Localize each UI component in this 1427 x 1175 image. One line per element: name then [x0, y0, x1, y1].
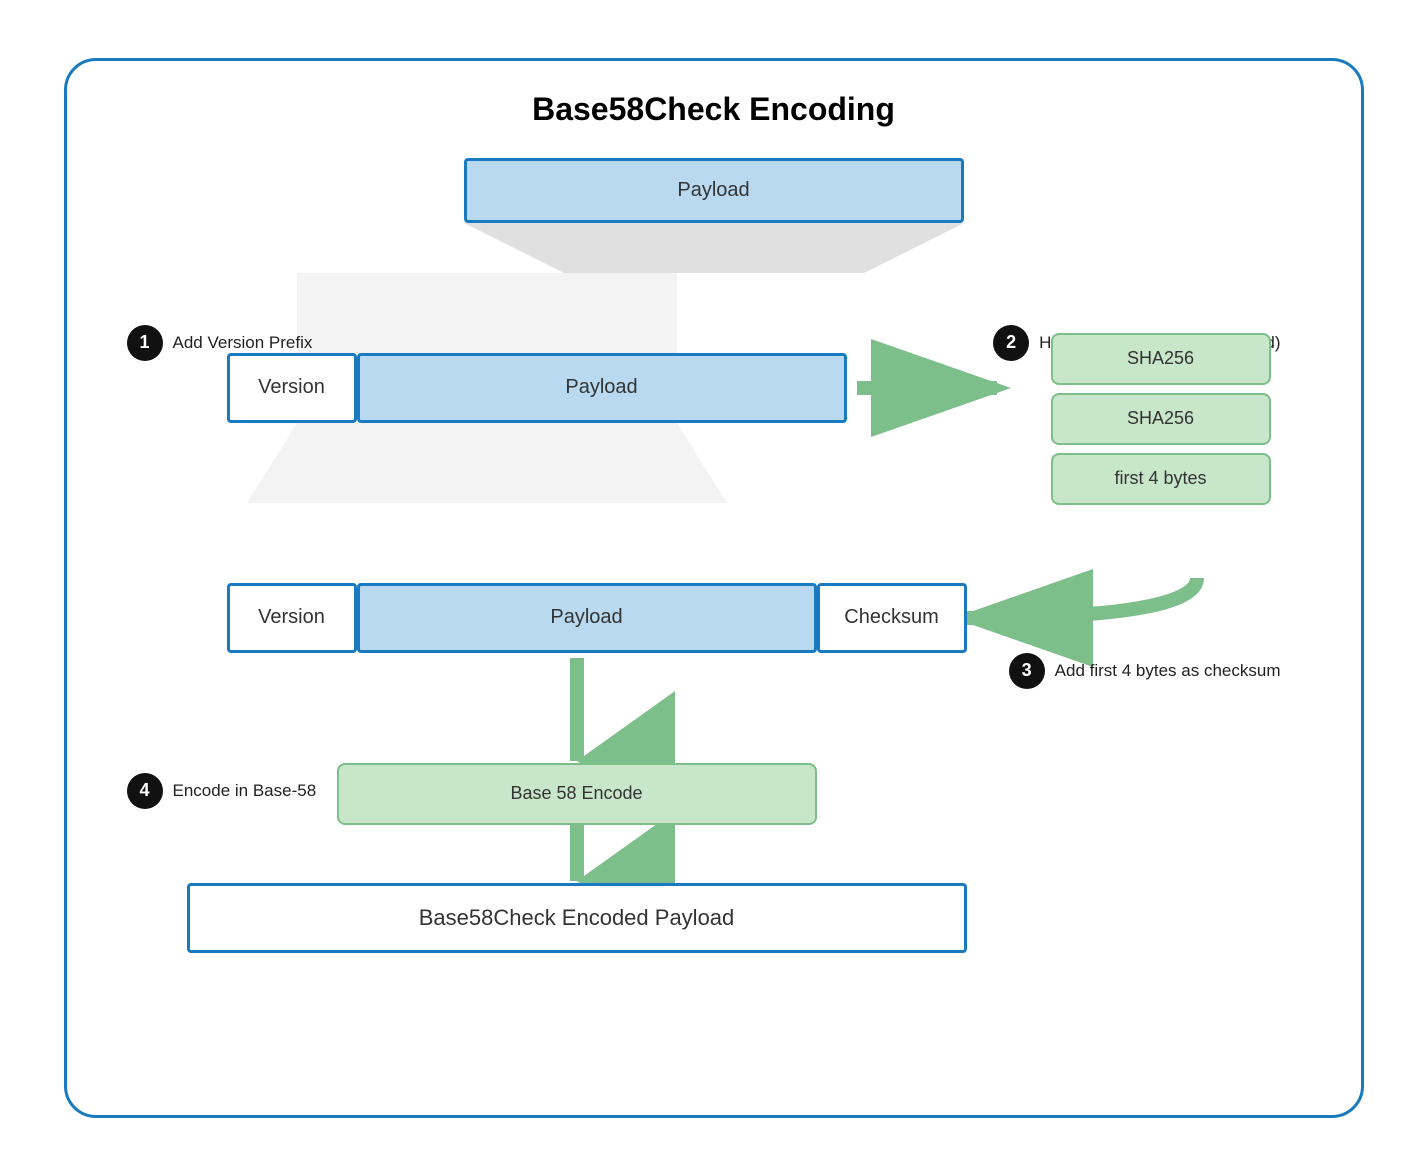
version-box-1: Version	[227, 353, 357, 423]
diagram-container: Base58Check Encoding Payload	[64, 58, 1364, 1118]
version-box-2: Version	[227, 583, 357, 653]
sha1-box: SHA256	[1051, 333, 1271, 385]
step4-label: 4 Encode in Base-58	[127, 773, 317, 809]
payload-box-r2: Payload	[357, 583, 817, 653]
step3-circle: 3	[1009, 653, 1045, 689]
payload-top-box: Payload	[464, 158, 964, 223]
step1-circle: 1	[127, 325, 163, 361]
diagram-title: Base58Check Encoding	[107, 91, 1321, 128]
first4-box: first 4 bytes	[1051, 453, 1271, 505]
row1: Version Payload	[227, 353, 847, 423]
final-payload-box: Base58Check Encoded Payload	[187, 883, 967, 953]
payload-box-r1: Payload	[357, 353, 847, 423]
step3-label: 3 Add first 4 bytes as checksum	[1009, 653, 1281, 689]
main-area: 1 Add Version Prefix Version Payload 2 H…	[107, 273, 1321, 993]
step2-circle: 2	[993, 325, 1029, 361]
base58-encode-box: Base 58 Encode	[337, 763, 817, 825]
sha2-box: SHA256	[1051, 393, 1271, 445]
row2: Version Payload Checksum	[227, 583, 967, 653]
step4-circle: 4	[127, 773, 163, 809]
sha-chain: SHA256 SHA256 first 4 bytes	[1051, 333, 1271, 505]
checksum-box: Checksum	[817, 583, 967, 653]
